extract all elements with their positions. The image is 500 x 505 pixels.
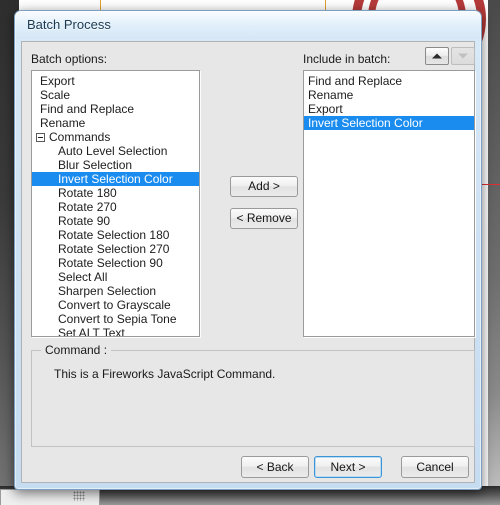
batch-option-item[interactable]: Scale xyxy=(32,88,199,102)
include-batch-item[interactable]: Invert Selection Color xyxy=(304,116,474,130)
screen-root: Batch Process Batch options: Export Scale… xyxy=(0,0,500,505)
guide-line-horizontal xyxy=(482,184,500,185)
batch-process-dialog: Batch Process Batch options: Export Scale… xyxy=(14,10,482,490)
batch-options-listbox[interactable]: Export Scale Find and Replace Rename Command… xyxy=(31,70,200,337)
batch-option-label: Convert to Sepia Tone xyxy=(58,312,177,326)
batch-options-label: Batch options: xyxy=(31,52,108,66)
triangle-down-icon xyxy=(458,53,468,59)
batch-option-item[interactable]: Rotate Selection 270 xyxy=(32,242,199,256)
command-groupbox: Command : This is a Fireworks JavaScript… xyxy=(31,343,475,447)
batch-option-item[interactable]: Select All xyxy=(32,270,199,284)
batch-option-label: Auto Level Selection xyxy=(58,144,168,158)
cancel-button[interactable]: Cancel xyxy=(401,456,469,478)
move-up-button[interactable] xyxy=(425,47,449,65)
batch-option-item[interactable]: Rotate 270 xyxy=(32,200,199,214)
resize-grip-icon[interactable] xyxy=(73,491,85,501)
batch-option-item[interactable]: Auto Level Selection xyxy=(32,144,199,158)
back-button[interactable]: < Back xyxy=(241,456,309,478)
batch-option-item[interactable]: Blur Selection xyxy=(32,158,199,172)
batch-option-item[interactable]: Rotate 90 xyxy=(32,214,199,228)
include-batch-label: Export xyxy=(308,102,343,116)
batch-option-label: Rotate Selection 90 xyxy=(58,256,163,270)
batch-option-label: Sharpen Selection xyxy=(58,284,157,298)
batch-option-label: Rotate 90 xyxy=(58,214,111,228)
dialog-titlebar: Batch Process xyxy=(15,11,481,39)
batch-option-item[interactable]: Rotate 180 xyxy=(32,186,199,200)
batch-option-item[interactable]: Convert to Sepia Tone xyxy=(32,312,199,326)
batch-option-item[interactable]: Rename xyxy=(32,116,199,130)
include-in-batch-listbox[interactable]: Find and Replace Rename Export Invert Selec… xyxy=(303,70,475,337)
batch-option-label: Set ALT Text xyxy=(58,326,125,337)
command-groupbox-title: Command : xyxy=(41,343,112,357)
batch-option-label: Invert Selection Color xyxy=(58,172,173,186)
batch-option-item[interactable]: Set ALT Text xyxy=(32,326,199,337)
batch-option-label: Find and Replace xyxy=(40,102,135,116)
batch-option-label: Export xyxy=(40,74,75,88)
batch-option-label: Rotate 180 xyxy=(58,186,117,200)
batch-option-item[interactable]: Find and Replace xyxy=(32,102,199,116)
batch-option-label: Commands xyxy=(49,130,111,144)
triangle-up-icon xyxy=(432,53,442,59)
dialog-body: Batch options: Export Scale Find and Repla… xyxy=(21,41,475,483)
include-batch-label: Find and Replace xyxy=(308,74,403,88)
next-button[interactable]: Next > xyxy=(314,456,382,478)
include-in-batch-label: Include in batch: xyxy=(303,52,391,66)
batch-option-item[interactable]: Sharpen Selection xyxy=(32,284,199,298)
include-batch-label: Rename xyxy=(308,88,354,102)
batch-option-label: Rotate 270 xyxy=(58,200,117,214)
tree-collapse-icon[interactable] xyxy=(36,133,45,143)
batch-option-label: Select All xyxy=(58,270,108,284)
include-batch-label: Invert Selection Color xyxy=(308,116,423,130)
batch-option-item[interactable]: Rotate Selection 90 xyxy=(32,256,199,270)
command-description: This is a Fireworks JavaScript Command. xyxy=(54,367,276,381)
dialog-title: Batch Process xyxy=(27,17,111,32)
batch-option-label: Rename xyxy=(40,116,86,130)
batch-option-item[interactable]: Export xyxy=(32,74,199,88)
include-batch-item[interactable]: Export xyxy=(304,102,474,116)
include-batch-item[interactable]: Find and Replace xyxy=(304,74,474,88)
background-status-box xyxy=(0,489,100,505)
include-batch-item[interactable]: Rename xyxy=(304,88,474,102)
add-button[interactable]: Add > xyxy=(230,176,298,197)
batch-option-item[interactable]: Convert to Grayscale xyxy=(32,298,199,312)
batch-option-item[interactable]: Invert Selection Color xyxy=(32,172,199,186)
batch-option-item[interactable]: Rotate Selection 180 xyxy=(32,228,199,242)
batch-option-label: Scale xyxy=(40,88,71,102)
batch-option-label: Rotate Selection 270 xyxy=(58,242,170,256)
batch-option-label: Rotate Selection 180 xyxy=(58,228,170,242)
batch-option-label: Convert to Grayscale xyxy=(58,298,171,312)
move-down-button[interactable] xyxy=(451,47,475,65)
remove-button[interactable]: < Remove xyxy=(230,208,298,229)
batch-option-label: Blur Selection xyxy=(58,158,133,172)
batch-option-item[interactable]: Commands xyxy=(32,130,199,144)
